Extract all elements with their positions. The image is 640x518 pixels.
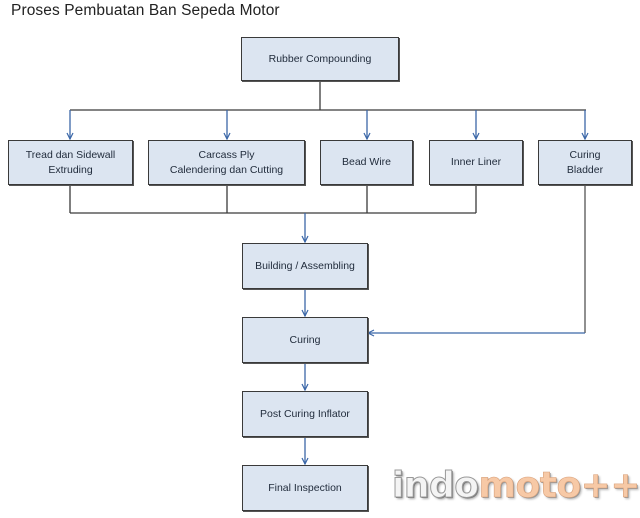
node-rubber-compounding: Rubber Compounding: [241, 37, 399, 81]
node-post-curing-inflator: Post Curing Inflator: [242, 391, 368, 437]
node-inner-liner: Inner Liner: [429, 140, 523, 185]
node-bead-wire: Bead Wire: [320, 140, 413, 185]
watermark-part-moto: moto: [478, 465, 581, 507]
node-tread-sidewall: Tread dan Sidewall Extruding: [8, 140, 133, 185]
node-curing-bladder: Curing Bladder: [538, 140, 632, 185]
watermark-logo: indomoto++: [391, 465, 640, 507]
watermark-part-indo: indo: [391, 465, 479, 507]
watermark-part-plus: ++: [580, 465, 640, 507]
node-building-assembling: Building / Assembling: [242, 243, 368, 289]
node-curing: Curing: [242, 317, 368, 363]
node-final-inspection: Final Inspection: [242, 465, 368, 511]
node-carcass-ply: Carcass Ply Calendering dan Cutting: [148, 140, 305, 185]
